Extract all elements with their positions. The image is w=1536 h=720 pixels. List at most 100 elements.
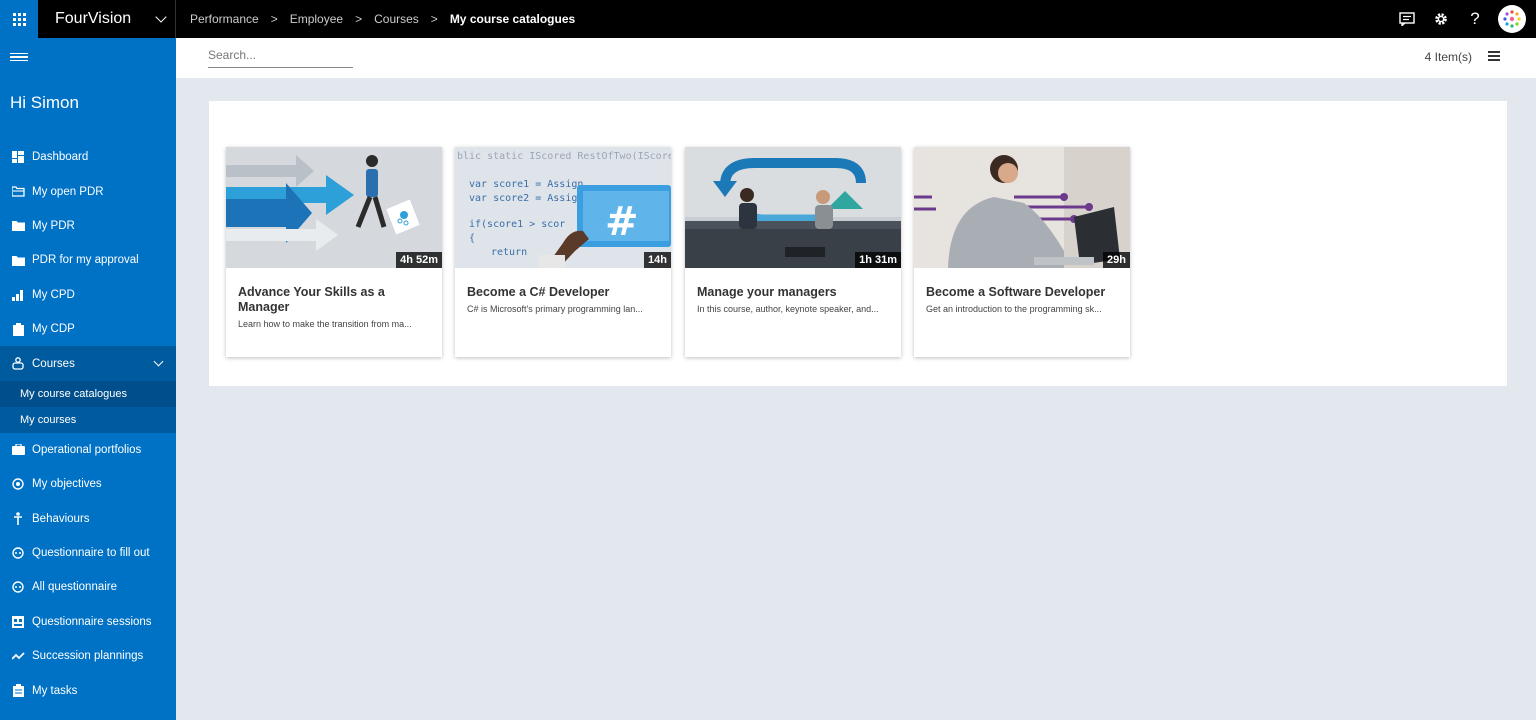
course-card[interactable]: 1h 31m Manage your managers In this cour… bbox=[685, 147, 901, 357]
sidebar-item-dashboard[interactable]: Dashboard bbox=[0, 140, 176, 174]
code-line: { bbox=[469, 233, 475, 244]
portfolio-icon bbox=[11, 443, 25, 457]
app-name: FourVision bbox=[55, 10, 132, 27]
avatar[interactable] bbox=[1498, 5, 1526, 33]
app-switcher[interactable]: FourVision bbox=[38, 0, 176, 38]
breadcrumb-current: My course catalogues bbox=[449, 12, 576, 26]
hamburger-icon bbox=[10, 51, 28, 64]
code-line: var score1 = Assign bbox=[469, 179, 583, 190]
course-description: Get an introduction to the programming s… bbox=[926, 304, 1102, 314]
sidebar-item-label: My CPD bbox=[32, 288, 75, 301]
breadcrumb-employee[interactable]: Employee bbox=[290, 12, 343, 26]
sidebar-subitem-label: My courses bbox=[20, 413, 77, 426]
chevron-right-icon: > bbox=[355, 12, 363, 26]
breadcrumb: Performance > Employee > Courses > My co… bbox=[176, 12, 575, 26]
course-card[interactable]: blic static IScored RestOfTwo(IScored va… bbox=[455, 147, 671, 357]
settings-button[interactable] bbox=[1424, 0, 1458, 38]
course-thumbnail: 4h 52m bbox=[226, 147, 442, 268]
course-title[interactable]: Manage your managers bbox=[685, 268, 901, 300]
course-thumbnail: blic static IScored RestOfTwo(IScored va… bbox=[455, 147, 671, 268]
course-thumbnail: 1h 31m bbox=[685, 147, 901, 268]
folder-icon bbox=[11, 219, 25, 233]
sidebar-item-my-cpd[interactable]: My CPD bbox=[0, 278, 176, 312]
duration-badge: 4h 52m bbox=[396, 252, 442, 268]
sidebar-item-behaviours[interactable]: Behaviours bbox=[0, 502, 176, 536]
item-count: 4 Item(s) bbox=[1424, 50, 1472, 64]
course-card[interactable]: 29h Become a Software Developer Get an i… bbox=[914, 147, 1130, 357]
sessions-icon bbox=[11, 615, 25, 629]
svg-text:#: # bbox=[605, 199, 639, 245]
questionnaire-icon bbox=[11, 546, 25, 560]
sidebar: Hi Simon Dashboard My open PDR My PDR PD… bbox=[0, 38, 176, 720]
chevron-down-icon[interactable] bbox=[153, 356, 164, 367]
sidebar-item-label: PDR for my approval bbox=[32, 254, 139, 267]
course-description: Learn how to make the transition from ma… bbox=[238, 319, 412, 329]
feedback-icon bbox=[1399, 12, 1415, 26]
sidebar-item-my-tasks[interactable]: My tasks bbox=[0, 673, 176, 707]
top-bar: FourVision Performance > Employee > Cour… bbox=[0, 0, 1536, 38]
sidebar-subitem-my-courses[interactable]: My courses bbox=[0, 406, 176, 433]
list-view-icon[interactable] bbox=[1488, 51, 1500, 61]
sidebar-item-all-questionnaire[interactable]: All questionnaire bbox=[0, 570, 176, 604]
sidebar-item-label: My objectives bbox=[32, 478, 102, 491]
duration-badge: 14h bbox=[644, 252, 671, 268]
code-line: if(score1 > scor bbox=[469, 219, 565, 230]
greeting: Hi Simon bbox=[10, 93, 79, 112]
toolbar: Search... 4 Item(s) bbox=[176, 38, 1536, 78]
menu-toggle-button[interactable] bbox=[0, 38, 176, 76]
sidebar-item-label: Courses bbox=[32, 357, 75, 370]
breadcrumb-courses[interactable]: Courses bbox=[374, 12, 419, 26]
course-description: C# is Microsoft's primary programming la… bbox=[467, 304, 643, 314]
sidebar-item-label: Questionnaire to fill out bbox=[32, 547, 150, 560]
sidebar-item-my-pdr[interactable]: My PDR bbox=[0, 209, 176, 243]
waffle-icon bbox=[12, 12, 26, 26]
gear-icon bbox=[1435, 13, 1447, 25]
code-line: blic static IScored RestOfTwo(IScored bbox=[457, 151, 671, 162]
breadcrumb-performance[interactable]: Performance bbox=[190, 12, 259, 26]
course-title[interactable]: Become a Software Developer bbox=[914, 268, 1130, 300]
search-input[interactable]: Search... bbox=[208, 46, 353, 68]
sidebar-item-label: Operational portfolios bbox=[32, 443, 142, 456]
sidebar-item-questionnaire-fill[interactable]: Questionnaire to fill out bbox=[0, 536, 176, 570]
duration-badge: 29h bbox=[1103, 252, 1130, 268]
code-line: var score2 = Assign bbox=[469, 193, 583, 204]
sidebar-item-operational-portfolios[interactable]: Operational portfolios bbox=[0, 433, 176, 467]
sidebar-item-label: All questionnaire bbox=[32, 581, 118, 594]
manager-illustration bbox=[226, 147, 442, 268]
course-title[interactable]: Advance Your Skills as a Manager bbox=[226, 268, 442, 315]
sidebar-item-succession-plannings[interactable]: Succession plannings bbox=[0, 639, 176, 673]
sidebar-item-label: My CDP bbox=[32, 323, 75, 336]
help-button[interactable]: ? bbox=[1458, 0, 1492, 38]
folder-icon bbox=[11, 253, 25, 267]
sidebar-item-label: Succession plannings bbox=[32, 650, 144, 663]
feedback-button[interactable] bbox=[1390, 0, 1424, 38]
sidebar-item-questionnaire-sessions[interactable]: Questionnaire sessions bbox=[0, 605, 176, 639]
sidebar-item-label: My PDR bbox=[32, 219, 75, 232]
app-launcher-button[interactable] bbox=[0, 0, 38, 38]
sidebar-item-my-open-pdr[interactable]: My open PDR bbox=[0, 174, 176, 208]
sidebar-item-label: Dashboard bbox=[32, 151, 89, 164]
sidebar-item-courses[interactable]: Courses bbox=[0, 346, 176, 381]
meeting-illustration bbox=[685, 147, 901, 268]
csharp-illustration: blic static IScored RestOfTwo(IScored va… bbox=[455, 147, 671, 268]
chevron-right-icon: > bbox=[270, 12, 278, 26]
course-thumbnail: 29h bbox=[914, 147, 1130, 268]
sidebar-subitem-course-catalogues[interactable]: My course catalogues bbox=[0, 380, 176, 407]
avatar-logo-icon bbox=[1503, 10, 1521, 28]
questionnaire-icon bbox=[11, 580, 25, 594]
duration-badge: 1h 31m bbox=[855, 252, 901, 268]
bar-chart-icon bbox=[11, 288, 25, 302]
folder-open-icon bbox=[11, 185, 25, 199]
sidebar-item-my-cdp[interactable]: My CDP bbox=[0, 312, 176, 346]
course-title[interactable]: Become a C# Developer bbox=[455, 268, 671, 300]
sidebar-item-my-objectives[interactable]: My objectives bbox=[0, 467, 176, 501]
sidebar-item-label: Questionnaire sessions bbox=[32, 615, 152, 628]
course-card[interactable]: 4h 52m Advance Your Skills as a Manager … bbox=[226, 147, 442, 357]
chevron-right-icon: > bbox=[430, 12, 438, 26]
help-icon: ? bbox=[1470, 9, 1480, 28]
person-icon bbox=[11, 512, 25, 526]
dashboard-icon bbox=[11, 150, 25, 164]
target-icon bbox=[11, 477, 25, 491]
sidebar-item-label: My tasks bbox=[32, 684, 78, 697]
sidebar-item-pdr-approval[interactable]: PDR for my approval bbox=[0, 243, 176, 277]
